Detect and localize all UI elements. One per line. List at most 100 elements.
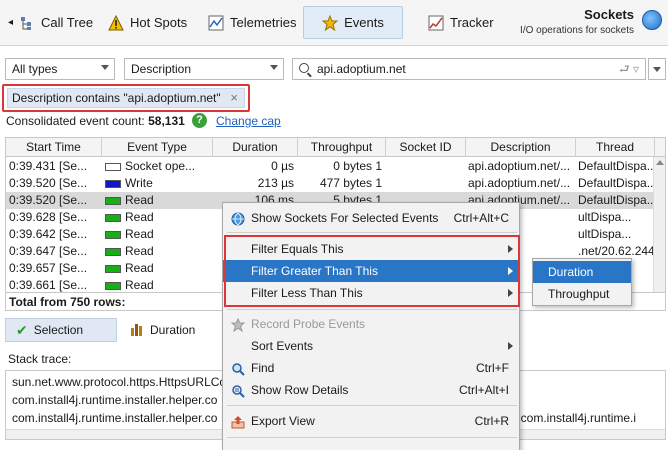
column-header-thread[interactable]: Thread bbox=[576, 138, 655, 157]
tab-telemetries[interactable]: Telemetries bbox=[200, 6, 304, 39]
table-cell-start: 0:39.647 [Se... bbox=[9, 244, 88, 258]
table-cell-duration: 213 µs bbox=[257, 176, 294, 190]
column-select[interactable]: Description bbox=[124, 58, 284, 80]
event-type-label: Read bbox=[125, 244, 154, 258]
event-type-swatch bbox=[105, 163, 121, 171]
highlight-outline bbox=[224, 235, 520, 307]
table-cell-start: 0:39.628 [Se... bbox=[9, 210, 88, 224]
submenu-item-duration[interactable]: Duration bbox=[533, 261, 631, 283]
submenu-item-throughput[interactable]: Throughput bbox=[533, 283, 631, 305]
help-icon[interactable]: ? bbox=[192, 113, 207, 128]
column-header-event-type[interactable]: Event Type bbox=[102, 138, 213, 157]
event-type-label: Read bbox=[125, 227, 154, 241]
column-header-description[interactable]: Description bbox=[466, 138, 576, 157]
menu-item-shortcut: Ctrl+Alt+C bbox=[453, 211, 509, 225]
stack-line[interactable]: com.install4j.runtime.installer.helper.c… bbox=[12, 391, 217, 409]
stack-line-tail: , com.install4j.runtime.i bbox=[514, 411, 637, 425]
chevron-down-icon bbox=[653, 67, 661, 72]
tab-tracker[interactable]: Tracker bbox=[420, 6, 502, 39]
search-history-dropdown[interactable] bbox=[648, 58, 666, 80]
menu-item-record-probe-events[interactable]: Record Probe Events bbox=[223, 313, 519, 335]
table-cell-type: Write bbox=[105, 175, 211, 192]
table-cell-start: 0:39.520 [Se... bbox=[9, 193, 88, 207]
menu-item-sort-events[interactable]: Sort Events bbox=[223, 335, 519, 357]
event-count-value: 58,131 bbox=[148, 114, 185, 128]
menu-item-shortcut: Ctrl+R bbox=[474, 414, 509, 428]
table-cell-thread: DefaultDispa... bbox=[578, 176, 657, 190]
table-cell-type: Read bbox=[105, 226, 211, 243]
menu-item-label: Record Probe Events bbox=[251, 317, 366, 331]
tab-label: Duration bbox=[150, 323, 196, 337]
menu-item-shortcut: Ctrl+F bbox=[476, 361, 509, 375]
type-select[interactable]: All types bbox=[5, 58, 115, 80]
table-header: Start Time Event Type Duration Throughpu… bbox=[6, 138, 665, 157]
search-input[interactable]: api.adoptium.net ⮐ ▿ bbox=[292, 58, 646, 80]
tab-duration[interactable]: Duration bbox=[120, 318, 205, 342]
stack-line[interactable]: com.install4j.runtime.installer.helper.c… bbox=[12, 409, 217, 427]
table-cell-thread: ultDispa... bbox=[578, 227, 632, 241]
tab-events[interactable]: Events bbox=[303, 6, 403, 39]
table-cell-thread: ultDispa... bbox=[578, 210, 632, 224]
call-tree-icon bbox=[19, 15, 35, 31]
stack-line[interactable]: sun.net.www.protocol.https.HttpsURLCo bbox=[12, 373, 226, 391]
chevron-down-icon bbox=[270, 65, 278, 70]
view-title: Sockets bbox=[584, 7, 634, 22]
tab-selection[interactable]: ✔ Selection bbox=[5, 318, 117, 342]
tab-label: Hot Spots bbox=[130, 15, 188, 30]
column-header-start-time[interactable]: Start Time bbox=[6, 138, 102, 157]
chevron-down-icon bbox=[101, 65, 109, 70]
column-header-throughput[interactable]: Throughput bbox=[298, 138, 386, 157]
globe-icon bbox=[231, 211, 245, 226]
menu-item-label: Show Row Details bbox=[251, 383, 349, 397]
tab-label: Selection bbox=[33, 323, 84, 337]
menu-item-show-row-details[interactable]: Show Row Details Ctrl+Alt+I bbox=[223, 379, 519, 401]
table-row[interactable]: 0:39.520 [Se... Write 213 µs 477 bytes 1 api… bbox=[6, 175, 665, 192]
back-arrow-icon: ◂ bbox=[8, 17, 14, 28]
check-icon: ✔ bbox=[16, 321, 28, 338]
table-cell-type: Read bbox=[105, 192, 211, 209]
event-type-label: Read bbox=[125, 193, 154, 207]
menu-item-label: Show Sockets For Selected Events bbox=[251, 211, 439, 225]
row-details-icon bbox=[231, 383, 245, 398]
tab-hot-spots[interactable]: Hot Spots bbox=[100, 6, 195, 39]
menu-item-find[interactable]: Find Ctrl+F bbox=[223, 357, 519, 379]
type-select-value: All types bbox=[12, 62, 58, 76]
change-cap-link[interactable]: Change cap bbox=[216, 114, 281, 128]
search-options-icon[interactable]: ⮐ ▿ bbox=[619, 61, 639, 77]
event-count-label: Consolidated event count: bbox=[6, 114, 145, 128]
telemetries-icon bbox=[208, 15, 224, 31]
event-count: Consolidated event count: 58,131 bbox=[6, 114, 185, 128]
histogram-icon bbox=[130, 322, 144, 339]
column-header-socket-id[interactable]: Socket ID bbox=[386, 138, 466, 157]
menu-item-export-view[interactable]: Export View Ctrl+R bbox=[223, 410, 519, 432]
table-cell-duration: 0 µs bbox=[271, 159, 294, 173]
table-row[interactable]: 0:39.431 [Se... Socket ope... 0 µs 0 bytes … bbox=[6, 158, 665, 175]
event-type-label: Read bbox=[125, 210, 154, 224]
tab-label: Telemetries bbox=[230, 15, 297, 30]
filter-submenu: Duration Throughput bbox=[532, 258, 632, 306]
view-subtitle: I/O operations for sockets bbox=[520, 25, 634, 36]
table-cell-throughput: 0 bytes 1 bbox=[333, 159, 382, 173]
table-cell-desc: api.adoptium.net/... bbox=[468, 176, 571, 190]
toolbar: ◂ Call Tree Hot Spots Telemetries Events… bbox=[0, 0, 668, 46]
column-header-duration[interactable]: Duration bbox=[213, 138, 298, 157]
vertical-scrollbar[interactable] bbox=[653, 157, 665, 292]
event-type-swatch bbox=[105, 231, 121, 239]
table-cell-start: 0:39.642 [Se... bbox=[9, 227, 88, 241]
table-cell-socket bbox=[386, 158, 464, 175]
event-type-swatch bbox=[105, 265, 121, 273]
find-icon bbox=[231, 361, 245, 376]
search-value: api.adoptium.net bbox=[317, 62, 406, 76]
menu-separator bbox=[227, 405, 517, 406]
menu-separator bbox=[227, 309, 517, 310]
submenu-arrow-icon bbox=[508, 342, 513, 350]
menu-item-show-sockets[interactable]: Show Sockets For Selected Events Ctrl+Al… bbox=[223, 207, 519, 229]
tab-call-tree[interactable]: ◂ Call Tree bbox=[0, 6, 101, 39]
menu-item-label: Sort Events bbox=[251, 339, 314, 353]
table-cell-start: 0:39.431 [Se... bbox=[9, 159, 88, 173]
close-icon[interactable]: × bbox=[230, 90, 238, 105]
event-type-swatch bbox=[105, 248, 121, 256]
search-icon bbox=[299, 63, 309, 73]
tracker-icon bbox=[428, 15, 444, 31]
filter-chip[interactable]: Description contains "api.adoptium.net" … bbox=[7, 88, 245, 108]
